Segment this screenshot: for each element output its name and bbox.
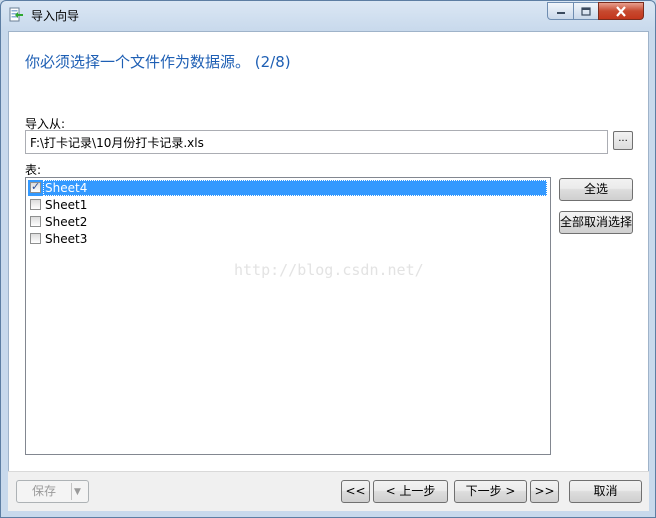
first-page-button[interactable]: << <box>341 480 370 503</box>
sheet-checkbox[interactable] <box>30 233 41 244</box>
next-button[interactable]: 下一步 > <box>454 480 527 503</box>
list-item[interactable]: Sheet1 <box>28 197 547 213</box>
title-bar[interactable]: 导入向导 <box>1 1 655 29</box>
split-divider <box>71 483 72 500</box>
dropdown-arrow-icon[interactable]: ▼ <box>74 483 81 501</box>
deselect-all-button[interactable]: 全部取消选择 <box>559 211 633 234</box>
maximize-icon <box>581 6 591 16</box>
sheet-label: Sheet3 <box>45 232 88 246</box>
list-item[interactable]: Sheet2 <box>28 214 547 230</box>
import-wizard-window: 导入向导 你必须选择一个文件作为数据源。 (2/8) 导入从: F:\打卡记录\… <box>0 0 656 518</box>
wizard-footer: 保存 ▼ << < 上一步 下一步 > >> 取消 <box>8 471 649 511</box>
list-item[interactable]: Sheet3 <box>28 231 547 247</box>
sheet-list[interactable]: ✓ Sheet4 Sheet1 Sheet2 Sheet3 <box>25 177 551 455</box>
list-item[interactable]: ✓ Sheet4 <box>28 180 547 196</box>
sheet-label: Sheet2 <box>45 215 88 229</box>
browse-button[interactable]: ... <box>613 131 633 150</box>
sheet-label: Sheet1 <box>45 198 88 212</box>
tables-label: 表: <box>25 163 42 177</box>
select-all-button[interactable]: 全选 <box>559 178 633 201</box>
import-wizard-icon <box>9 7 23 23</box>
cancel-button[interactable]: 取消 <box>569 480 642 503</box>
sheet-checkbox[interactable] <box>30 216 41 227</box>
minimize-button[interactable] <box>547 2 574 20</box>
sheet-checkbox[interactable] <box>30 199 41 210</box>
check-icon: ✓ <box>31 180 41 193</box>
close-button[interactable] <box>598 2 644 20</box>
save-button-label: 保存 <box>31 484 56 498</box>
watermark-text: http://blog.csdn.net/ <box>234 261 424 279</box>
sheet-checkbox[interactable]: ✓ <box>30 180 41 193</box>
window-title: 导入向导 <box>31 9 80 23</box>
minimize-icon <box>556 12 565 14</box>
maximize-button[interactable] <box>573 2 599 20</box>
focus-outline <box>43 180 547 196</box>
close-icon <box>616 5 626 17</box>
wizard-content: 你必须选择一个文件作为数据源。 (2/8) 导入从: F:\打卡记录\10月份打… <box>8 31 649 511</box>
page-heading: 你必须选择一个文件作为数据源。 (2/8) <box>25 53 291 71</box>
last-page-button[interactable]: >> <box>530 480 559 503</box>
previous-button[interactable]: < 上一步 <box>373 480 448 503</box>
save-split-button[interactable]: 保存 ▼ <box>16 480 89 503</box>
source-file-field[interactable]: F:\打卡记录\10月份打卡记录.xls <box>25 130 608 154</box>
